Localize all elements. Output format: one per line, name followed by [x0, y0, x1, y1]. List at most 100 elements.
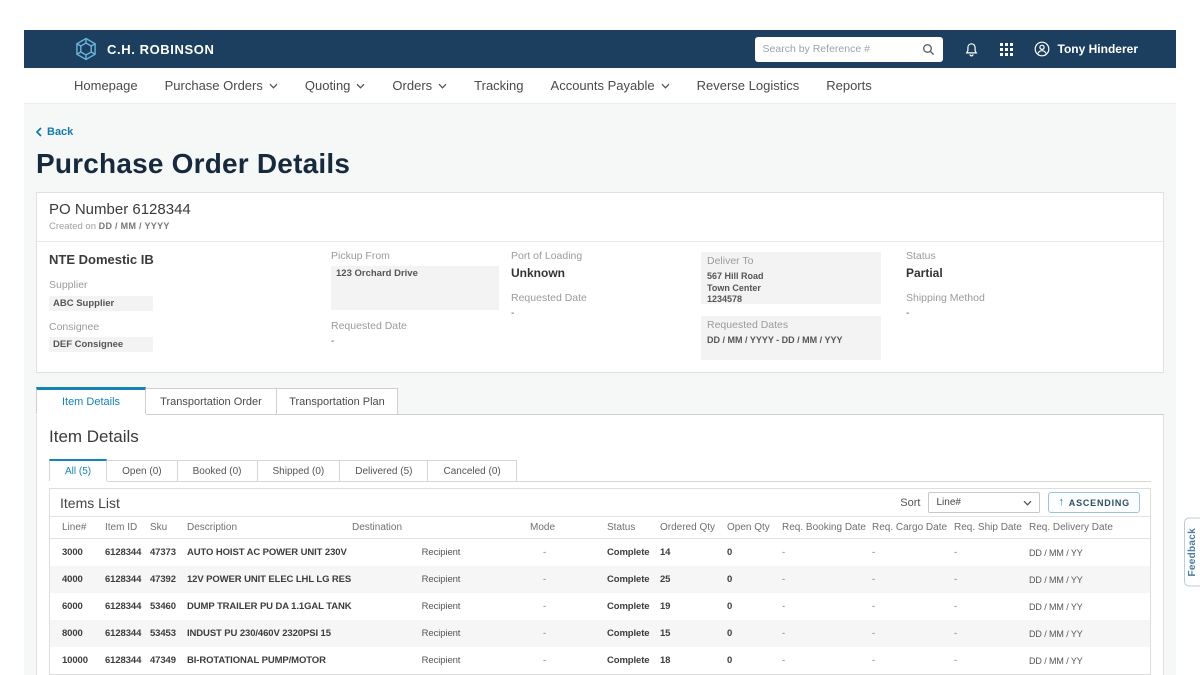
- table-cell: Complete: [607, 547, 660, 558]
- page-content: Back Purchase Order Details PO Number 61…: [24, 104, 1176, 675]
- table-cell: 15: [660, 628, 727, 639]
- table-cell: -: [872, 655, 954, 666]
- table-cell: 0: [727, 547, 782, 558]
- nav-item-quoting[interactable]: Quoting: [305, 78, 366, 93]
- column-header: Req. Booking Date: [782, 522, 872, 533]
- deliver-requested-box: Requested Dates DD / MM / YYYY - DD / MM…: [701, 316, 881, 360]
- status-subtabs: All (5) Open (0) Booked (0) Shipped (0) …: [49, 459, 1151, 482]
- tab-item-details[interactable]: Item Details: [36, 387, 146, 414]
- column-header: Req. Delivery Date: [1029, 522, 1150, 533]
- po-type: NTE Domestic IB: [49, 252, 331, 267]
- tab-transportation-plan[interactable]: Transportation Plan: [276, 388, 398, 414]
- table-cell: 0: [727, 574, 782, 585]
- table-cell: DD / MM / YY: [1029, 602, 1150, 612]
- subtab-booked[interactable]: Booked (0): [177, 460, 258, 481]
- table-cell: Complete: [607, 574, 660, 585]
- table-cell: 6000: [62, 601, 105, 612]
- user-avatar-icon: [1034, 41, 1050, 57]
- table-cell: 53460: [150, 601, 187, 612]
- po-col-pickup: Pickup From 123 Orchard Drive Requested …: [331, 250, 511, 360]
- table-cell: Recipient: [352, 655, 530, 666]
- tab-transportation-order[interactable]: Transportation Order: [145, 388, 277, 414]
- nav-item-tracking[interactable]: Tracking: [474, 78, 523, 93]
- sort-label: Sort: [900, 497, 920, 509]
- column-header: Req. Ship Date: [954, 522, 1029, 533]
- table-cell: Complete: [607, 655, 660, 666]
- po-col-deliver: Deliver To 567 Hill Road Town Center 123…: [701, 250, 906, 360]
- chevron-down-icon: [1023, 500, 1032, 506]
- consignee-value: DEF Consignee: [49, 337, 153, 352]
- back-link[interactable]: Back: [36, 126, 73, 138]
- table-cell: -: [954, 601, 1029, 612]
- po-col-parties: NTE Domestic IB Supplier ABC Supplier Co…: [49, 250, 331, 360]
- subtab-shipped[interactable]: Shipped (0): [257, 460, 341, 481]
- table-cell: -: [872, 601, 954, 612]
- table-cell: 6128344: [105, 547, 150, 558]
- ascending-label: ASCENDING: [1069, 498, 1130, 508]
- table-cell: DUMP TRAILER PU DA 1.1GAL TANK: [187, 601, 352, 612]
- table-cell: -: [530, 601, 607, 612]
- po-summary-card: PO Number 6128344 Created on DD / MM / Y…: [36, 192, 1164, 373]
- top-navbar: C.H. ROBINSON: [24, 30, 1176, 68]
- deliver-address-line1: 567 Hill Road: [707, 271, 875, 283]
- po-number: PO Number 6128344: [49, 201, 1151, 218]
- port-of-loading-label: Port of Loading: [511, 250, 701, 264]
- subtab-delivered[interactable]: Delivered (5): [339, 460, 428, 481]
- table-cell: 0: [727, 628, 782, 639]
- table-cell: DD / MM / YY: [1029, 656, 1150, 666]
- sort-select[interactable]: Line#: [928, 492, 1040, 513]
- nav-item-accounts-payable[interactable]: Accounts Payable: [551, 78, 670, 93]
- table-cell: 19: [660, 601, 727, 612]
- nav-item-reports[interactable]: Reports: [826, 78, 872, 93]
- shipping-method-label: Shipping Method: [906, 292, 1151, 306]
- search-icon[interactable]: [922, 43, 935, 56]
- subtab-canceled[interactable]: Canceled (0): [427, 460, 516, 481]
- deliver-requested-label: Requested Dates: [707, 319, 875, 333]
- app-grid-icon[interactable]: [1000, 43, 1013, 56]
- table-cell: 3000: [62, 547, 105, 558]
- user-name: Tony Hinderer: [1058, 42, 1138, 56]
- table-cell: 47349: [150, 655, 187, 666]
- pickup-value-box: 123 Orchard Drive: [331, 266, 499, 310]
- feedback-tab[interactable]: Feedback: [1184, 518, 1200, 587]
- chevron-down-icon: [661, 83, 670, 89]
- search-input[interactable]: [763, 43, 916, 55]
- ascending-button[interactable]: ↑ ASCENDING: [1048, 492, 1140, 513]
- consignee-label: Consignee: [49, 321, 331, 335]
- subtab-open[interactable]: Open (0): [106, 460, 177, 481]
- navbar-actions: Tony Hinderer: [755, 37, 1138, 62]
- table-cell: -: [782, 574, 872, 585]
- table-cell: 53453: [150, 628, 187, 639]
- notifications-bell-icon[interactable]: [964, 42, 979, 57]
- table-header-row: Line# Item ID Sku Description Destinatio…: [50, 516, 1150, 539]
- nav-item-reverse-logistics[interactable]: Reverse Logistics: [697, 78, 800, 93]
- table-row: 6000 6128344 53460 DUMP TRAILER PU DA 1.…: [50, 593, 1150, 620]
- nav-item-homepage[interactable]: Homepage: [74, 78, 138, 93]
- po-details-grid: NTE Domestic IB Supplier ABC Supplier Co…: [37, 242, 1163, 372]
- column-header: Sku: [150, 522, 187, 533]
- search-box[interactable]: [755, 37, 943, 62]
- user-menu[interactable]: Tony Hinderer: [1034, 41, 1138, 57]
- chevron-down-icon: [356, 83, 365, 89]
- table-cell: 10000: [62, 655, 105, 666]
- table-cell: -: [530, 628, 607, 639]
- table-cell: 8000: [62, 628, 105, 639]
- page-title: Purchase Order Details: [36, 148, 1164, 180]
- port-requested-value: -: [511, 308, 701, 319]
- table-row: 4000 6128344 47392 12V POWER UNIT ELEC L…: [50, 566, 1150, 593]
- nav-item-purchase-orders[interactable]: Purchase Orders: [165, 78, 278, 93]
- column-header: Ordered Qty: [660, 522, 727, 533]
- table-cell: Recipient: [352, 574, 530, 585]
- table-cell: Recipient: [352, 628, 530, 639]
- nav-item-orders[interactable]: Orders: [392, 78, 447, 93]
- brand: C.H. ROBINSON: [74, 37, 214, 61]
- items-list-title: Items List: [60, 495, 120, 511]
- deliver-requested-value: DD / MM / YYYY - DD / MM / YYY: [707, 335, 875, 347]
- subtab-all[interactable]: All (5): [49, 459, 107, 481]
- deliver-to-label: Deliver To: [707, 255, 875, 269]
- table-cell: -: [872, 574, 954, 585]
- po-created: Created on DD / MM / YYYY: [49, 221, 1151, 232]
- sort-controls: Sort Line# ↑ ASCENDING: [900, 492, 1140, 513]
- column-header: Line#: [62, 522, 105, 533]
- po-col-port: Port of Loading Unknown Requested Date -: [511, 250, 701, 360]
